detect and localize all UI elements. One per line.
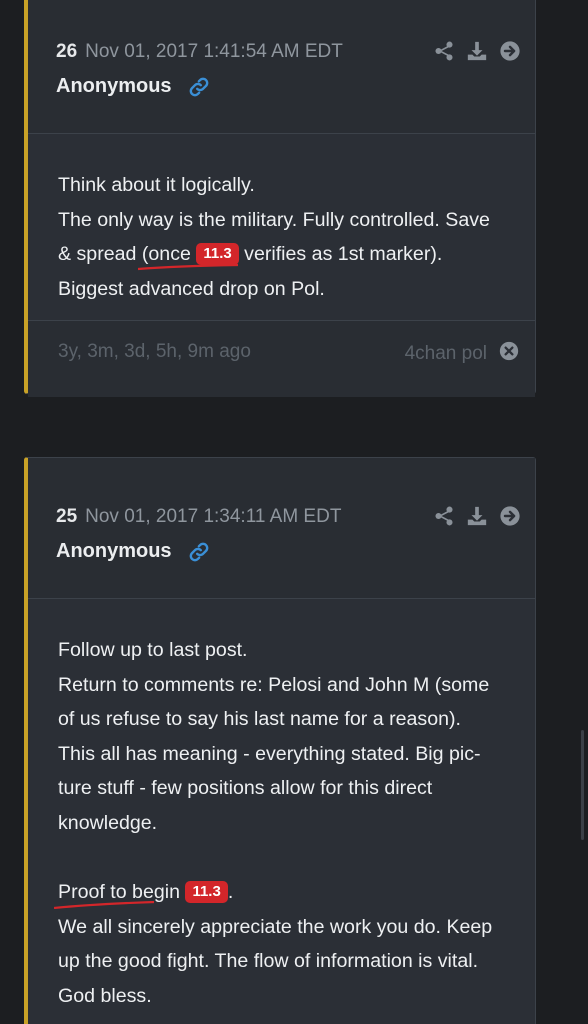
post-line: Biggest advanced drop on Pol. [58,277,325,300]
post-text: . [227,881,234,904]
post-text: . [436,243,443,266]
author-row: Anonymous [56,540,210,563]
post-author: Anonymous [56,540,172,562]
post-text: & spread [58,243,142,266]
post-line: of us refuse to say his last name for a … [58,708,461,731]
post-timestamp: Nov 01, 2017 1:41:54 AM EDT [85,41,343,62]
source-label: 4chan pol [404,343,487,364]
post-feed: 26 Nov 01, 2017 1:41:54 AM EDT Anonymous [0,0,588,1024]
close-circle-icon[interactable] [499,341,519,367]
scrollbar[interactable] [581,730,584,840]
post-text: Proof to begin [58,881,186,904]
post-age: 3y, 3m, 3d, 5h, 9m ago [58,341,251,362]
post-header: 25 Nov 01, 2017 1:34:11 AM EDT Anonymous [28,458,535,599]
post-card: 25 Nov 01, 2017 1:34:11 AM EDT Anonymous [24,457,536,1024]
highlighted-text: Proof to begin 11.3. [58,881,233,903]
post-line: up the good fight. The flow of informati… [58,950,479,973]
post-author: Anonymous [56,75,172,97]
post-line: ture stuff - few positions allow for thi… [58,777,433,800]
post-number: 25 [56,506,78,527]
post-line: knowledge. [58,811,158,834]
post-line: Follow up to last post. [58,639,248,661]
author-row: Anonymous [56,75,210,98]
arrow-right-circle-icon[interactable] [499,40,521,62]
post-line: Think about it logically. [58,174,255,196]
post-actions [433,40,521,62]
post-line: God bless. [58,984,152,1007]
link-icon[interactable] [188,76,210,98]
download-icon[interactable] [466,40,488,62]
link-icon[interactable] [188,541,210,563]
post-body: Follow up to last post. Return to commen… [28,599,535,1024]
post-body: Think about it logically. The only way i… [28,134,535,326]
post-footer: 3y, 3m, 3d, 5h, 9m ago 4chan pol [28,320,535,397]
post-text: (once [141,243,197,266]
date-badge[interactable]: 11.3 [185,881,228,904]
post-line: We all sincerely appreciate the work you… [58,915,493,938]
post-timestamp: Nov 01, 2017 1:34:11 AM EDT [85,506,342,527]
share-icon[interactable] [433,505,455,527]
post-number: 26 [56,41,78,62]
post-header: 26 Nov 01, 2017 1:41:54 AM EDT Anonymous [28,0,535,134]
post-meta: 26 Nov 01, 2017 1:41:54 AM EDT [56,41,343,63]
share-icon[interactable] [433,40,455,62]
download-icon[interactable] [466,505,488,527]
date-badge[interactable]: 11.3 [196,243,239,266]
post-actions [433,505,521,527]
post-line: The only way is the military. Fully cont… [58,208,490,231]
post-line: This all has meaning - everything stated… [58,742,481,765]
post-source: 4chan pol [405,341,519,367]
arrow-right-circle-icon[interactable] [499,505,521,527]
post-meta: 25 Nov 01, 2017 1:34:11 AM EDT [56,506,341,528]
post-text: verifies as 1st marker) [238,243,437,266]
highlighted-text: (once 11.3 verifies as 1st marker). [142,243,442,265]
post-line: Return to comments re: Pelosi and John M… [58,673,490,696]
post-line: & spread (once 11.3 verifies as 1st mark… [58,237,507,272]
post-card: 26 Nov 01, 2017 1:41:54 AM EDT Anonymous [24,0,536,397]
post-line: Proof to begin 11.3. [58,875,507,910]
